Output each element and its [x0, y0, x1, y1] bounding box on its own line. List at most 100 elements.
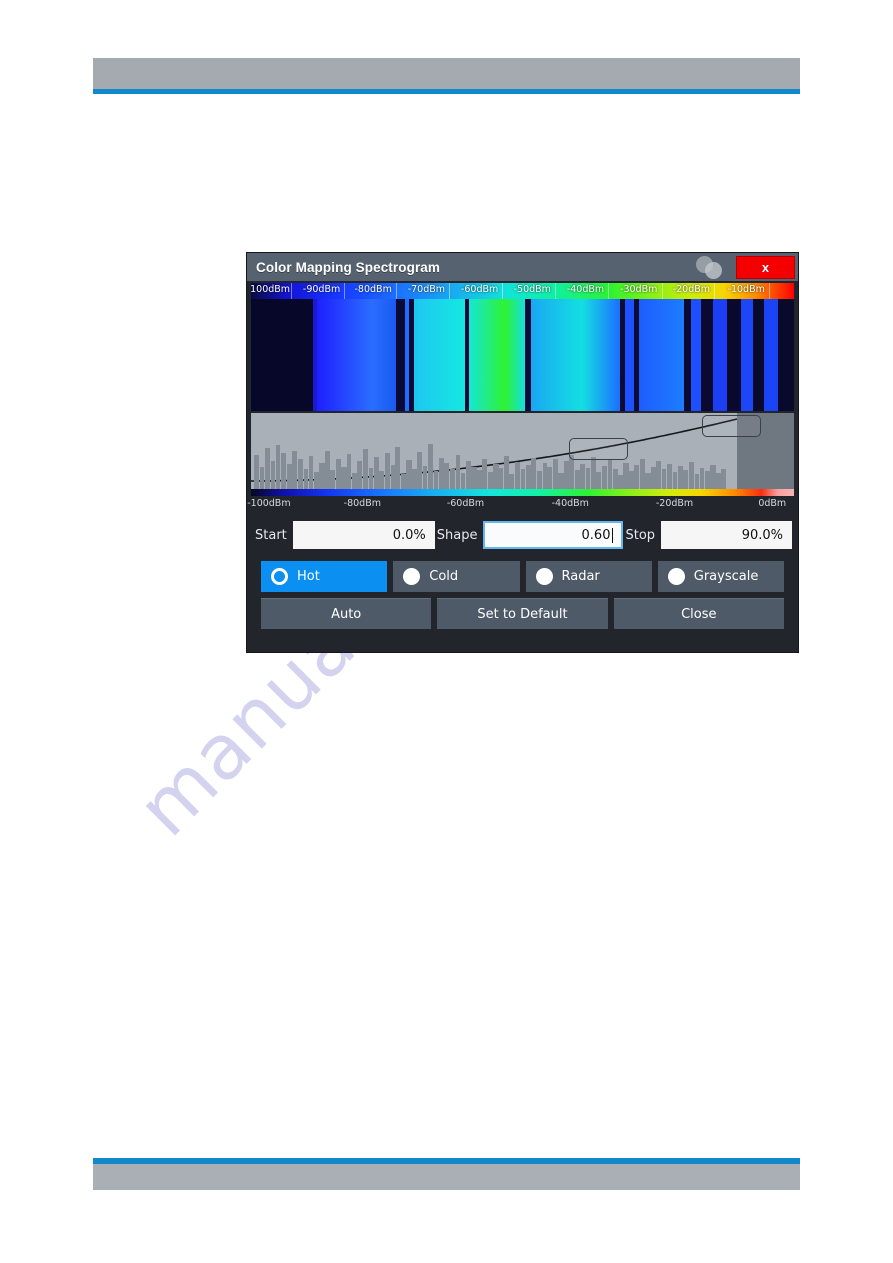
histogram-bar: [297, 459, 304, 489]
circle-front-icon: [705, 262, 722, 279]
histogram-bar: [482, 459, 488, 489]
scale-tick-mark: [449, 283, 451, 299]
histogram-gradient-strip: [251, 489, 794, 496]
histogram-bar: [292, 451, 298, 489]
histogram-bar: [373, 457, 379, 489]
histogram-bar: [313, 472, 319, 489]
histogram-bar: [672, 472, 678, 489]
histogram-bar: [601, 466, 608, 489]
histogram-bar: [325, 451, 330, 489]
stop-field-label: Stop: [625, 527, 656, 543]
histogram-bar: [444, 463, 450, 489]
histogram-bar: [275, 445, 281, 489]
spectrogram-preview: [251, 299, 794, 411]
histogram-bar: [254, 455, 260, 489]
histogram-panel[interactable]: [251, 413, 794, 489]
histogram-bar: [259, 467, 265, 489]
start-input[interactable]: 0.0%: [292, 521, 435, 549]
axis-tick-label: -80dBm: [343, 498, 381, 509]
histogram-bar: [542, 463, 547, 489]
histogram-bar: [504, 456, 509, 489]
histogram-bar: [590, 457, 596, 489]
scale-tick-mark: [344, 283, 346, 299]
stop-input[interactable]: 90.0%: [661, 521, 792, 549]
auto-button[interactable]: Auto: [261, 598, 432, 629]
radio-button-icon: [535, 568, 553, 585]
histogram-bar: [677, 466, 683, 489]
histogram-bar: [552, 459, 558, 489]
histogram-bar: [280, 453, 287, 489]
spectrogram-band: [690, 299, 702, 411]
shape-input-value: 0.60: [581, 527, 611, 543]
histogram-bar: [449, 469, 456, 489]
close-button[interactable]: Close: [613, 598, 784, 629]
scale-tick-mark: [661, 283, 663, 299]
histogram-bar: [286, 464, 292, 489]
histogram-bar: [335, 459, 341, 489]
scale-tick-mark: [502, 283, 504, 299]
scale-tick-label: -60dBm: [460, 284, 499, 295]
scale-tick-mark: [395, 283, 397, 299]
scale-tick-label: -80dBm: [354, 284, 392, 295]
shape-input[interactable]: 0.60: [483, 521, 624, 549]
spectrogram-band: [530, 299, 582, 411]
histogram-bar: [558, 473, 564, 489]
dialog-title: Color Mapping Spectrogram: [256, 259, 441, 275]
histogram-bar: [412, 469, 417, 489]
histogram-bar: [721, 469, 727, 489]
histogram-bar: [514, 462, 521, 489]
histogram-bar: [466, 461, 471, 489]
value-fields-row: Start 0.0% Shape 0.60 Stop 90.0%: [253, 520, 792, 550]
histogram-axis: -100dBm -80dBm -60dBm -40dBm -20dBm 0dBm: [247, 496, 794, 514]
color-scheme-option-hot[interactable]: Hot: [261, 561, 388, 592]
document-footer-bar: [93, 1164, 800, 1190]
histogram-bar: [308, 456, 314, 489]
histogram-bar: [368, 468, 374, 489]
color-scheme-option-radar[interactable]: Radar: [525, 561, 652, 592]
histogram-bar: [362, 449, 369, 489]
scale-tick-label: -20dBm: [672, 284, 711, 295]
spectrogram-band: [316, 299, 373, 411]
histogram-bar: [586, 468, 591, 489]
scale-tick-label: -10dBm: [727, 284, 765, 295]
histogram-bar: [612, 469, 618, 489]
histogram-bar: [433, 471, 439, 489]
radio-button-icon: [403, 568, 421, 585]
color-scheme-option-grayscale[interactable]: Grayscale: [657, 561, 784, 592]
histogram-bar: [460, 473, 466, 489]
histogram-bar: [574, 470, 580, 489]
close-window-button[interactable]: x: [736, 255, 795, 279]
scale-tick-label: -30dBm: [620, 284, 658, 295]
curve-handle[interactable]: [701, 415, 761, 438]
radio-button-icon: [667, 568, 685, 585]
histogram-bar: [525, 465, 531, 489]
histogram-bar: [618, 475, 623, 489]
document-header-rule: [93, 89, 800, 94]
histogram-bar: [303, 469, 308, 489]
start-field-label: Start: [255, 527, 287, 543]
start-input-value: 0.0%: [392, 527, 426, 543]
overlapping-circles-icon[interactable]: [690, 254, 732, 280]
histogram-bar: [666, 464, 673, 489]
histogram-bar: [395, 447, 401, 489]
curve-handle[interactable]: [568, 438, 628, 461]
color-scheme-option-cold[interactable]: Cold: [393, 561, 520, 592]
radio-button-icon: [271, 568, 288, 585]
histogram-bar: [688, 462, 695, 489]
spectrogram-band: [251, 299, 314, 411]
histogram-bar: [629, 471, 634, 489]
histogram-bar: [710, 465, 716, 489]
histogram-bar: [634, 465, 640, 489]
scale-tick-mark: [291, 283, 293, 299]
axis-tick-label: -20dBm: [655, 498, 694, 509]
spectrogram-band: [625, 299, 634, 411]
spectrogram-band: [581, 299, 620, 411]
histogram-bar: [477, 470, 482, 489]
spectrogram-band: [372, 299, 396, 411]
spectrogram-band: [395, 299, 405, 411]
spectrogram-band: [740, 299, 753, 411]
histogram-bar: [520, 469, 526, 489]
histogram-bar: [351, 473, 357, 489]
color-mapping-dialog: Color Mapping Spectrogram x -100dBm -90dB…: [246, 252, 799, 653]
set-to-default-button[interactable]: Set to Default: [437, 598, 608, 629]
